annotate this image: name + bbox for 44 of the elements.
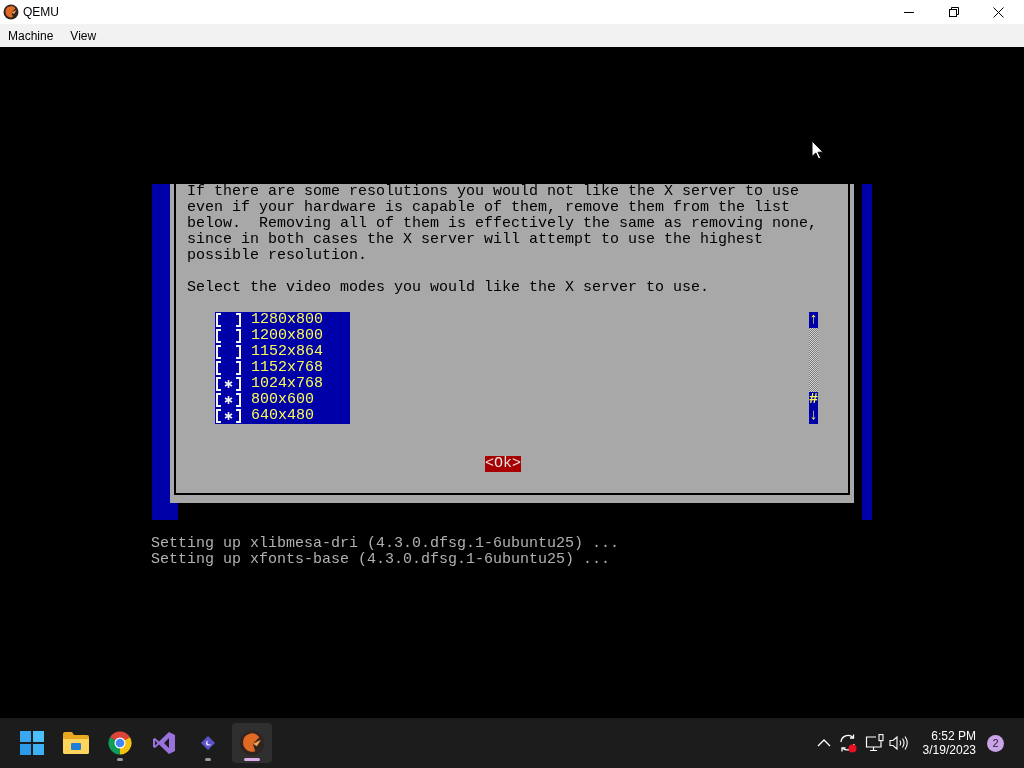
grid-icon bbox=[20, 731, 44, 755]
folder-icon bbox=[63, 732, 89, 754]
diamond-icon bbox=[201, 736, 215, 750]
checkbox[interactable] bbox=[215, 408, 242, 424]
scroll-down-button[interactable]: ↓ bbox=[809, 408, 818, 424]
chevron-up-icon bbox=[816, 739, 831, 747]
app-logo-icon bbox=[3, 4, 19, 20]
mode-label[interactable]: 640x480 bbox=[251, 408, 314, 424]
sync-icon bbox=[837, 733, 858, 753]
mouse-pointer-icon bbox=[811, 140, 824, 160]
ok-button[interactable]: <Ok> bbox=[485, 456, 521, 472]
mode-label[interactable]: 1200x800 bbox=[251, 328, 323, 344]
scroll-up-button[interactable]: ↑ bbox=[809, 312, 818, 328]
logo-icon bbox=[239, 730, 265, 756]
menu-item[interactable]: View bbox=[63, 24, 104, 47]
checkbox[interactable] bbox=[215, 328, 242, 344]
window-title: QEMU bbox=[23, 4, 59, 20]
scroll-thumb[interactable]: # bbox=[809, 392, 818, 408]
dialog-prompt: Select the video modes you would like the X server to use. bbox=[187, 280, 711, 296]
checkbox[interactable] bbox=[215, 360, 242, 376]
checkbox[interactable] bbox=[215, 312, 242, 328]
color-wheel-icon bbox=[108, 731, 132, 755]
menu-item[interactable]: Machine bbox=[1, 24, 61, 47]
checkbox[interactable] bbox=[215, 344, 242, 360]
ribbon-icon bbox=[152, 731, 176, 755]
mode-label[interactable]: 1024x768 bbox=[251, 376, 323, 392]
checkbox[interactable] bbox=[215, 392, 242, 408]
clock-time[interactable]: 6:52 PM bbox=[931, 729, 976, 743]
dialog-message: If there are some resolutions you would not like the X server to use even if your hardware is capable of them, remove them from the list below. Removing all of them is effectively the same as removing none, since in both cases the X server will attempt to use the highest possible resolution. bbox=[187, 184, 819, 264]
mode-label[interactable]: 1280x800 bbox=[251, 312, 323, 328]
mode-label[interactable]: 1152x864 bbox=[251, 344, 323, 360]
minimize-icon bbox=[903, 11, 914, 13]
taskbar-button[interactable] bbox=[232, 723, 272, 763]
console-line: Setting up xlibmesa-dri (4.3.0.dfsg.1-6ubuntu25) ... bbox=[151, 536, 620, 552]
mode-label[interactable]: 800x600 bbox=[251, 392, 314, 408]
notification-badge[interactable]: 2 bbox=[987, 734, 1004, 752]
console-line: Setting up xfonts-base (4.3.0.dfsg.1-6ubuntu25) ... bbox=[151, 552, 612, 568]
close-icon bbox=[993, 6, 1004, 18]
network-icon bbox=[864, 734, 885, 752]
clock-date[interactable]: 3/19/2023 bbox=[922, 743, 976, 757]
checkbox[interactable] bbox=[215, 376, 242, 392]
volume-icon bbox=[888, 735, 909, 751]
restore-icon bbox=[948, 7, 959, 17]
mode-label[interactable]: 1152x768 bbox=[251, 360, 323, 376]
